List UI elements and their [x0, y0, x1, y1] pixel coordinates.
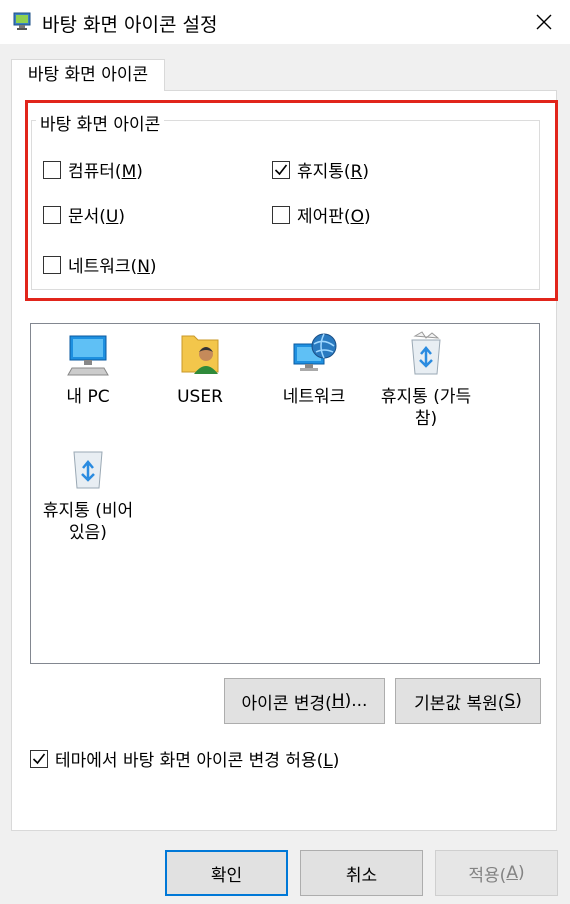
title-bar: 바탕 화면 아이콘 설정 — [0, 0, 570, 44]
icon-label: USER — [177, 387, 223, 407]
cancel-button[interactable]: 취소 — [300, 850, 423, 896]
icon-label: 휴지통 (가득 — [380, 387, 472, 407]
restore-default-button[interactable]: 기본값 복원(S) — [395, 678, 541, 724]
icon-list-view[interactable]: 내 PC USER 네트워크 휴지통 (가득 참) 휴지통 (비어 있음) — [30, 323, 540, 664]
ok-button[interactable]: 확인 — [165, 850, 288, 896]
change-icon-button[interactable]: 아이콘 변경(H)... — [224, 678, 385, 724]
window-title: 바탕 화면 아이콘 설정 — [42, 14, 218, 36]
recycle-bin-empty-icon — [73, 451, 103, 489]
apply-button[interactable]: 적용(A) — [435, 850, 558, 896]
icon-item-network[interactable]: 네트워크 — [259, 330, 369, 408]
allow-theme-change-checkbox[interactable]: 테마에서 바탕 화면 아이콘 변경 허용(L) — [30, 746, 339, 771]
close-icon — [536, 14, 552, 30]
icon-item-user[interactable]: USER — [145, 330, 255, 408]
display-settings-icon — [13, 12, 31, 30]
icon-label: 내 PC — [66, 387, 110, 407]
checkbox-label: 테마에서 바탕 화면 아이콘 변경 허용(L) — [55, 751, 340, 771]
checkmark-icon — [32, 753, 46, 764]
icon-label: 참) — [414, 409, 438, 429]
close-button[interactable] — [518, 0, 570, 44]
icon-item-recycle-bin-full[interactable]: 휴지통 (가득 참) — [371, 330, 481, 430]
network-icon — [293, 333, 337, 371]
red-highlight-box — [25, 100, 558, 301]
icon-label: 있음) — [69, 523, 107, 543]
icon-item-this-pc[interactable]: 내 PC — [33, 330, 143, 408]
user-folder-icon — [181, 335, 219, 374]
icon-item-recycle-bin-empty[interactable]: 휴지통 (비어 있음) — [33, 444, 143, 544]
icon-label: 네트워크 — [282, 387, 346, 407]
this-pc-icon — [67, 335, 109, 376]
checkbox-box[interactable] — [30, 749, 48, 768]
tab-desktop-icons[interactable]: 바탕 화면 아이콘 — [11, 59, 165, 91]
recycle-bin-full-icon — [411, 331, 441, 375]
icon-label: 휴지통 (비어 — [42, 501, 134, 521]
